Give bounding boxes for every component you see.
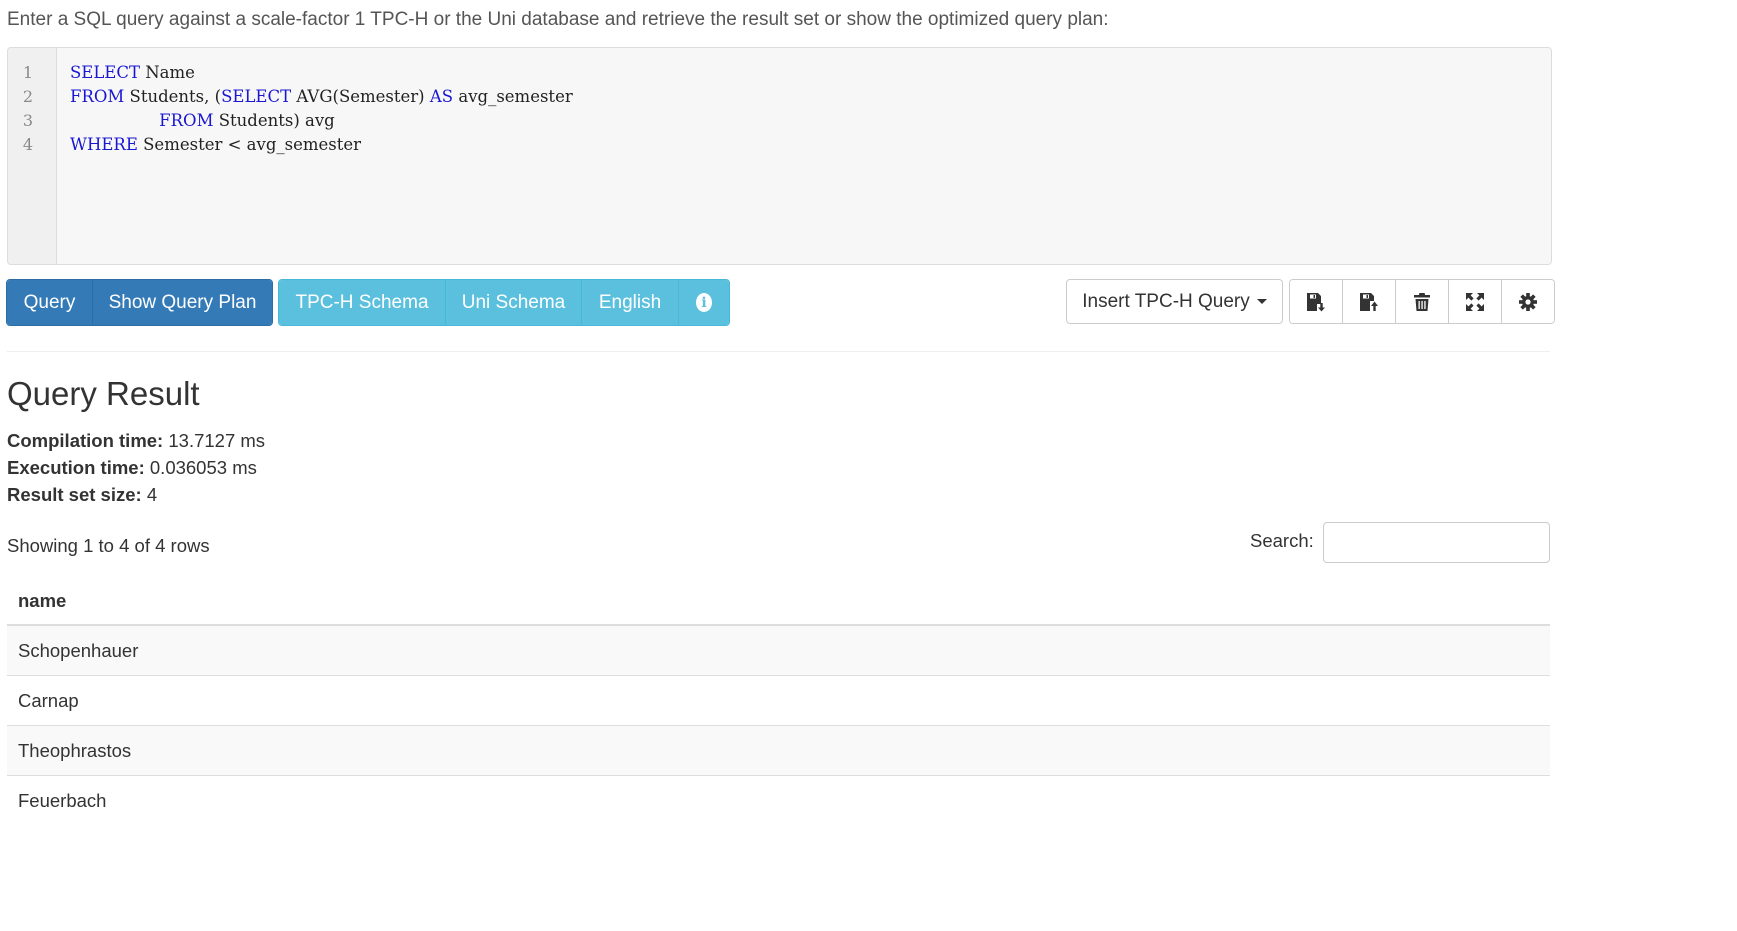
fullscreen-icon	[1466, 292, 1484, 311]
search-label: Search:	[1250, 530, 1314, 551]
english-button[interactable]: English	[581, 280, 678, 325]
caret-down-icon	[1256, 299, 1267, 304]
editor-actions-group	[1289, 279, 1555, 324]
settings-button[interactable]	[1501, 280, 1554, 323]
code-line[interactable]: FROM Students) avg	[70, 109, 335, 133]
code-line[interactable]: FROM Students, (SELECT AVG(Semester) AS …	[70, 85, 573, 109]
execution-time: Execution time: 0.036053 ms	[7, 457, 257, 479]
execution-label: Execution time:	[7, 457, 145, 478]
intro-text: Enter a SQL query against a scale-factor…	[7, 9, 1109, 30]
insert-tpch-query-label: Insert TPC-H Query	[1082, 290, 1250, 312]
size-label: Result set size:	[7, 484, 142, 505]
sql-editor[interactable]: 1 2 3 4 SELECT Name FROM Students, (SELE…	[7, 47, 1552, 265]
query-button[interactable]: Query	[7, 280, 92, 325]
compilation-label: Compilation time:	[7, 430, 164, 451]
size-value: 4	[146, 484, 158, 505]
line-number: 2	[22, 87, 34, 106]
tpch-schema-button[interactable]: TPC-H Schema	[279, 280, 445, 325]
result-title: Query Result	[7, 375, 200, 412]
schema-button-group: TPC-H Schema Uni Schema English i	[278, 279, 730, 326]
info-button[interactable]: i	[678, 280, 729, 325]
table-row: Feuerbach	[18, 790, 107, 811]
sql-keyword: FROM	[159, 111, 214, 130]
table-row: Carnap	[7, 676, 1550, 726]
sql-keyword: WHERE	[70, 135, 138, 154]
uni-schema-button[interactable]: Uni Schema	[445, 280, 581, 325]
save-download-icon	[1307, 292, 1325, 311]
fullscreen-button[interactable]	[1448, 280, 1501, 323]
line-number: 3	[22, 111, 34, 130]
show-query-plan-button[interactable]: Show Query Plan	[92, 280, 272, 325]
save-upload-icon	[1360, 292, 1378, 311]
result-set-size: Result set size: 4	[7, 484, 157, 506]
compilation-time: Compilation time: 13.7127 ms	[7, 430, 265, 452]
column-header-name[interactable]: name	[7, 578, 1550, 626]
divider	[7, 351, 1550, 352]
table-row: Schopenhauer	[7, 626, 1550, 676]
compilation-value: 13.7127 ms	[168, 430, 266, 451]
sql-text: Semester < avg_semester	[137, 135, 362, 154]
line-number-gutter: 1 2 3 4	[8, 48, 57, 264]
code-line[interactable]: SELECT Name	[70, 61, 195, 85]
gear-icon	[1519, 292, 1537, 311]
sql-keyword: SELECT	[70, 63, 140, 82]
sql-text: Name	[139, 63, 195, 82]
code-line[interactable]: WHERE Semester < avg_semester	[70, 133, 361, 157]
pagination-info: Showing 1 to 4 of 4 rows	[7, 535, 210, 556]
table-row: Theophrastos	[7, 726, 1550, 776]
sql-keyword: SELECT	[221, 87, 292, 106]
search-input[interactable]	[1323, 522, 1550, 563]
sql-text: Students, (	[124, 87, 222, 106]
execution-value: 0.036053 ms	[149, 457, 257, 478]
line-number: 4	[22, 135, 34, 154]
line-number: 1	[22, 63, 34, 82]
save-upload-button[interactable]	[1342, 280, 1395, 323]
save-download-button[interactable]	[1290, 280, 1342, 323]
sql-keyword: FROM	[70, 87, 125, 106]
sql-text: avg_semester	[453, 87, 573, 106]
clear-button[interactable]	[1395, 280, 1448, 323]
info-icon: i	[696, 293, 712, 312]
query-button-group: Query Show Query Plan	[6, 279, 273, 326]
sql-text: Students) avg	[213, 111, 335, 130]
sql-text: AVG(Semester)	[291, 87, 430, 106]
sql-keyword: AS	[429, 87, 454, 106]
insert-tpch-query-dropdown[interactable]: Insert TPC-H Query	[1066, 279, 1283, 324]
result-table: name Schopenhauer Carnap Theophrastos Fe…	[7, 578, 1550, 826]
trash-icon	[1414, 292, 1430, 311]
